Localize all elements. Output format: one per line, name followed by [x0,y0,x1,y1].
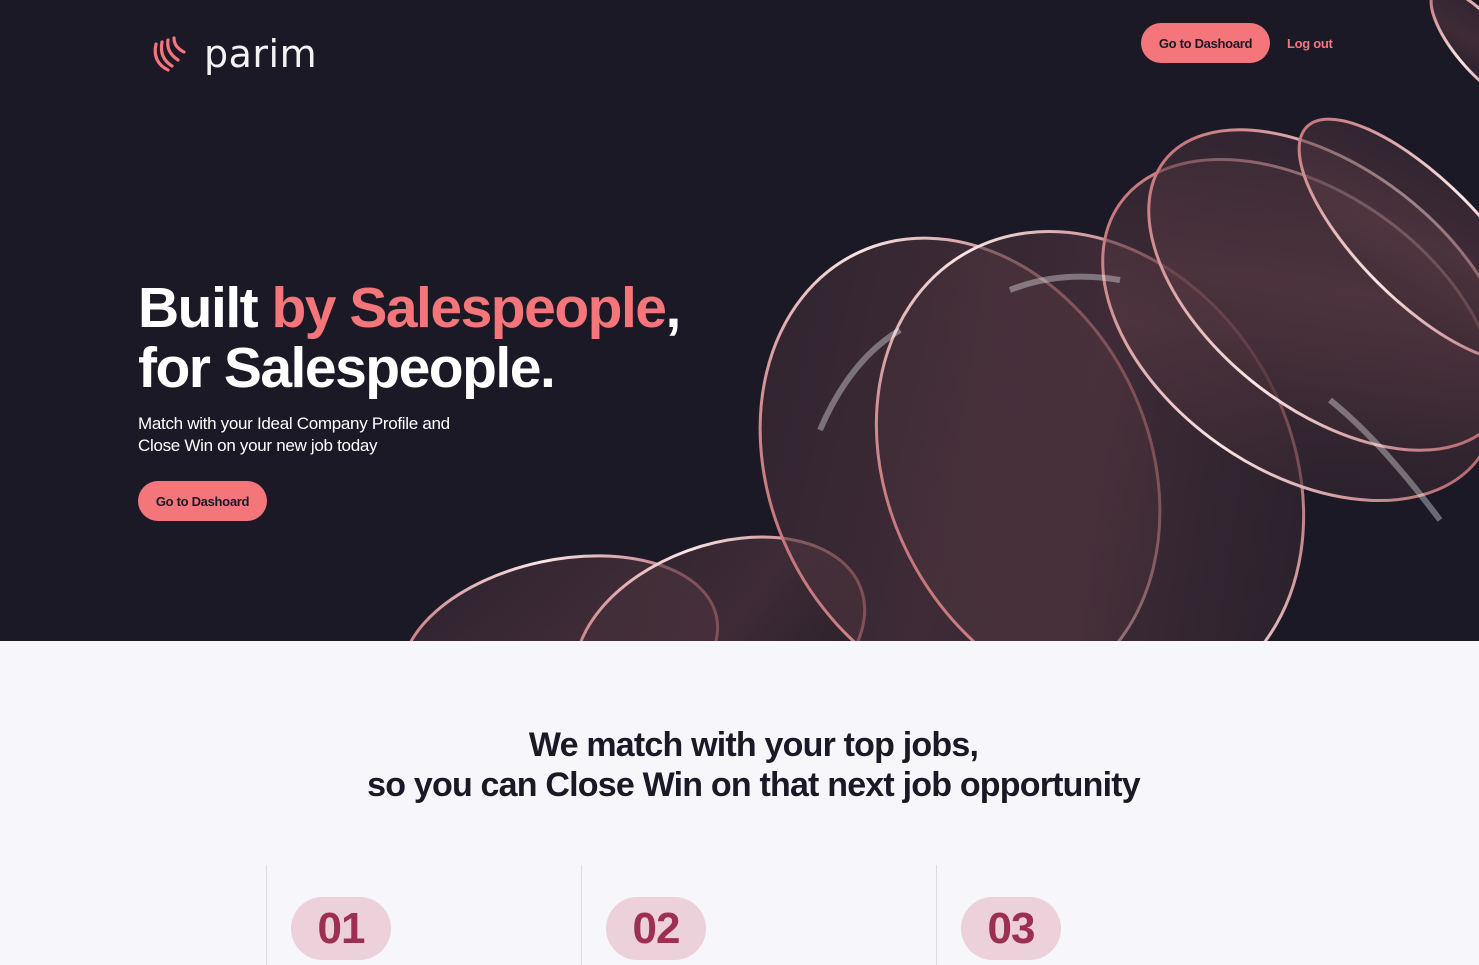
hero-dashboard-button[interactable]: Go to Dashoard [138,481,267,521]
hero-subtext: Match with your Ideal Company Profile an… [138,413,518,457]
section-title-line2: so you can Close Win on that next job op… [367,766,1141,804]
headline-comma: , [665,276,682,340]
steps-row: 01 02 03 [0,865,1479,965]
headline-start: Built [138,276,272,340]
step-card: 03 [936,865,1291,965]
hero-section: parim Go to Dashoard Log out Built by Sa… [0,0,1479,641]
logout-link[interactable]: Log out [1287,36,1333,51]
subtext-line1: Match with your Ideal Company Profile an… [138,414,450,433]
step-number-badge: 01 [291,897,391,960]
parim-logo[interactable]: parim [150,34,317,74]
headline-line2: for Salespeople. [138,336,556,400]
top-nav: Go to Dashoard Log out [1141,23,1333,63]
headline-accent: by Salespeople [271,276,667,340]
subtext-line2: Close Win on your new job today [138,436,378,455]
parim-signal-icon [153,36,186,72]
section-title-line1: We match with your top jobs, [528,726,979,764]
section-title: We match with your top jobs, so you can … [0,725,1479,805]
step-number-badge: 03 [961,897,1061,960]
hero-headline: Built by Salespeople, for Salespeople. [138,276,682,400]
step-number-badge: 02 [606,897,706,960]
brand-name: parim [204,32,318,76]
step-card: 01 [266,865,581,965]
go-to-dashboard-button[interactable]: Go to Dashoard [1141,23,1270,63]
step-card: 02 [581,865,936,965]
